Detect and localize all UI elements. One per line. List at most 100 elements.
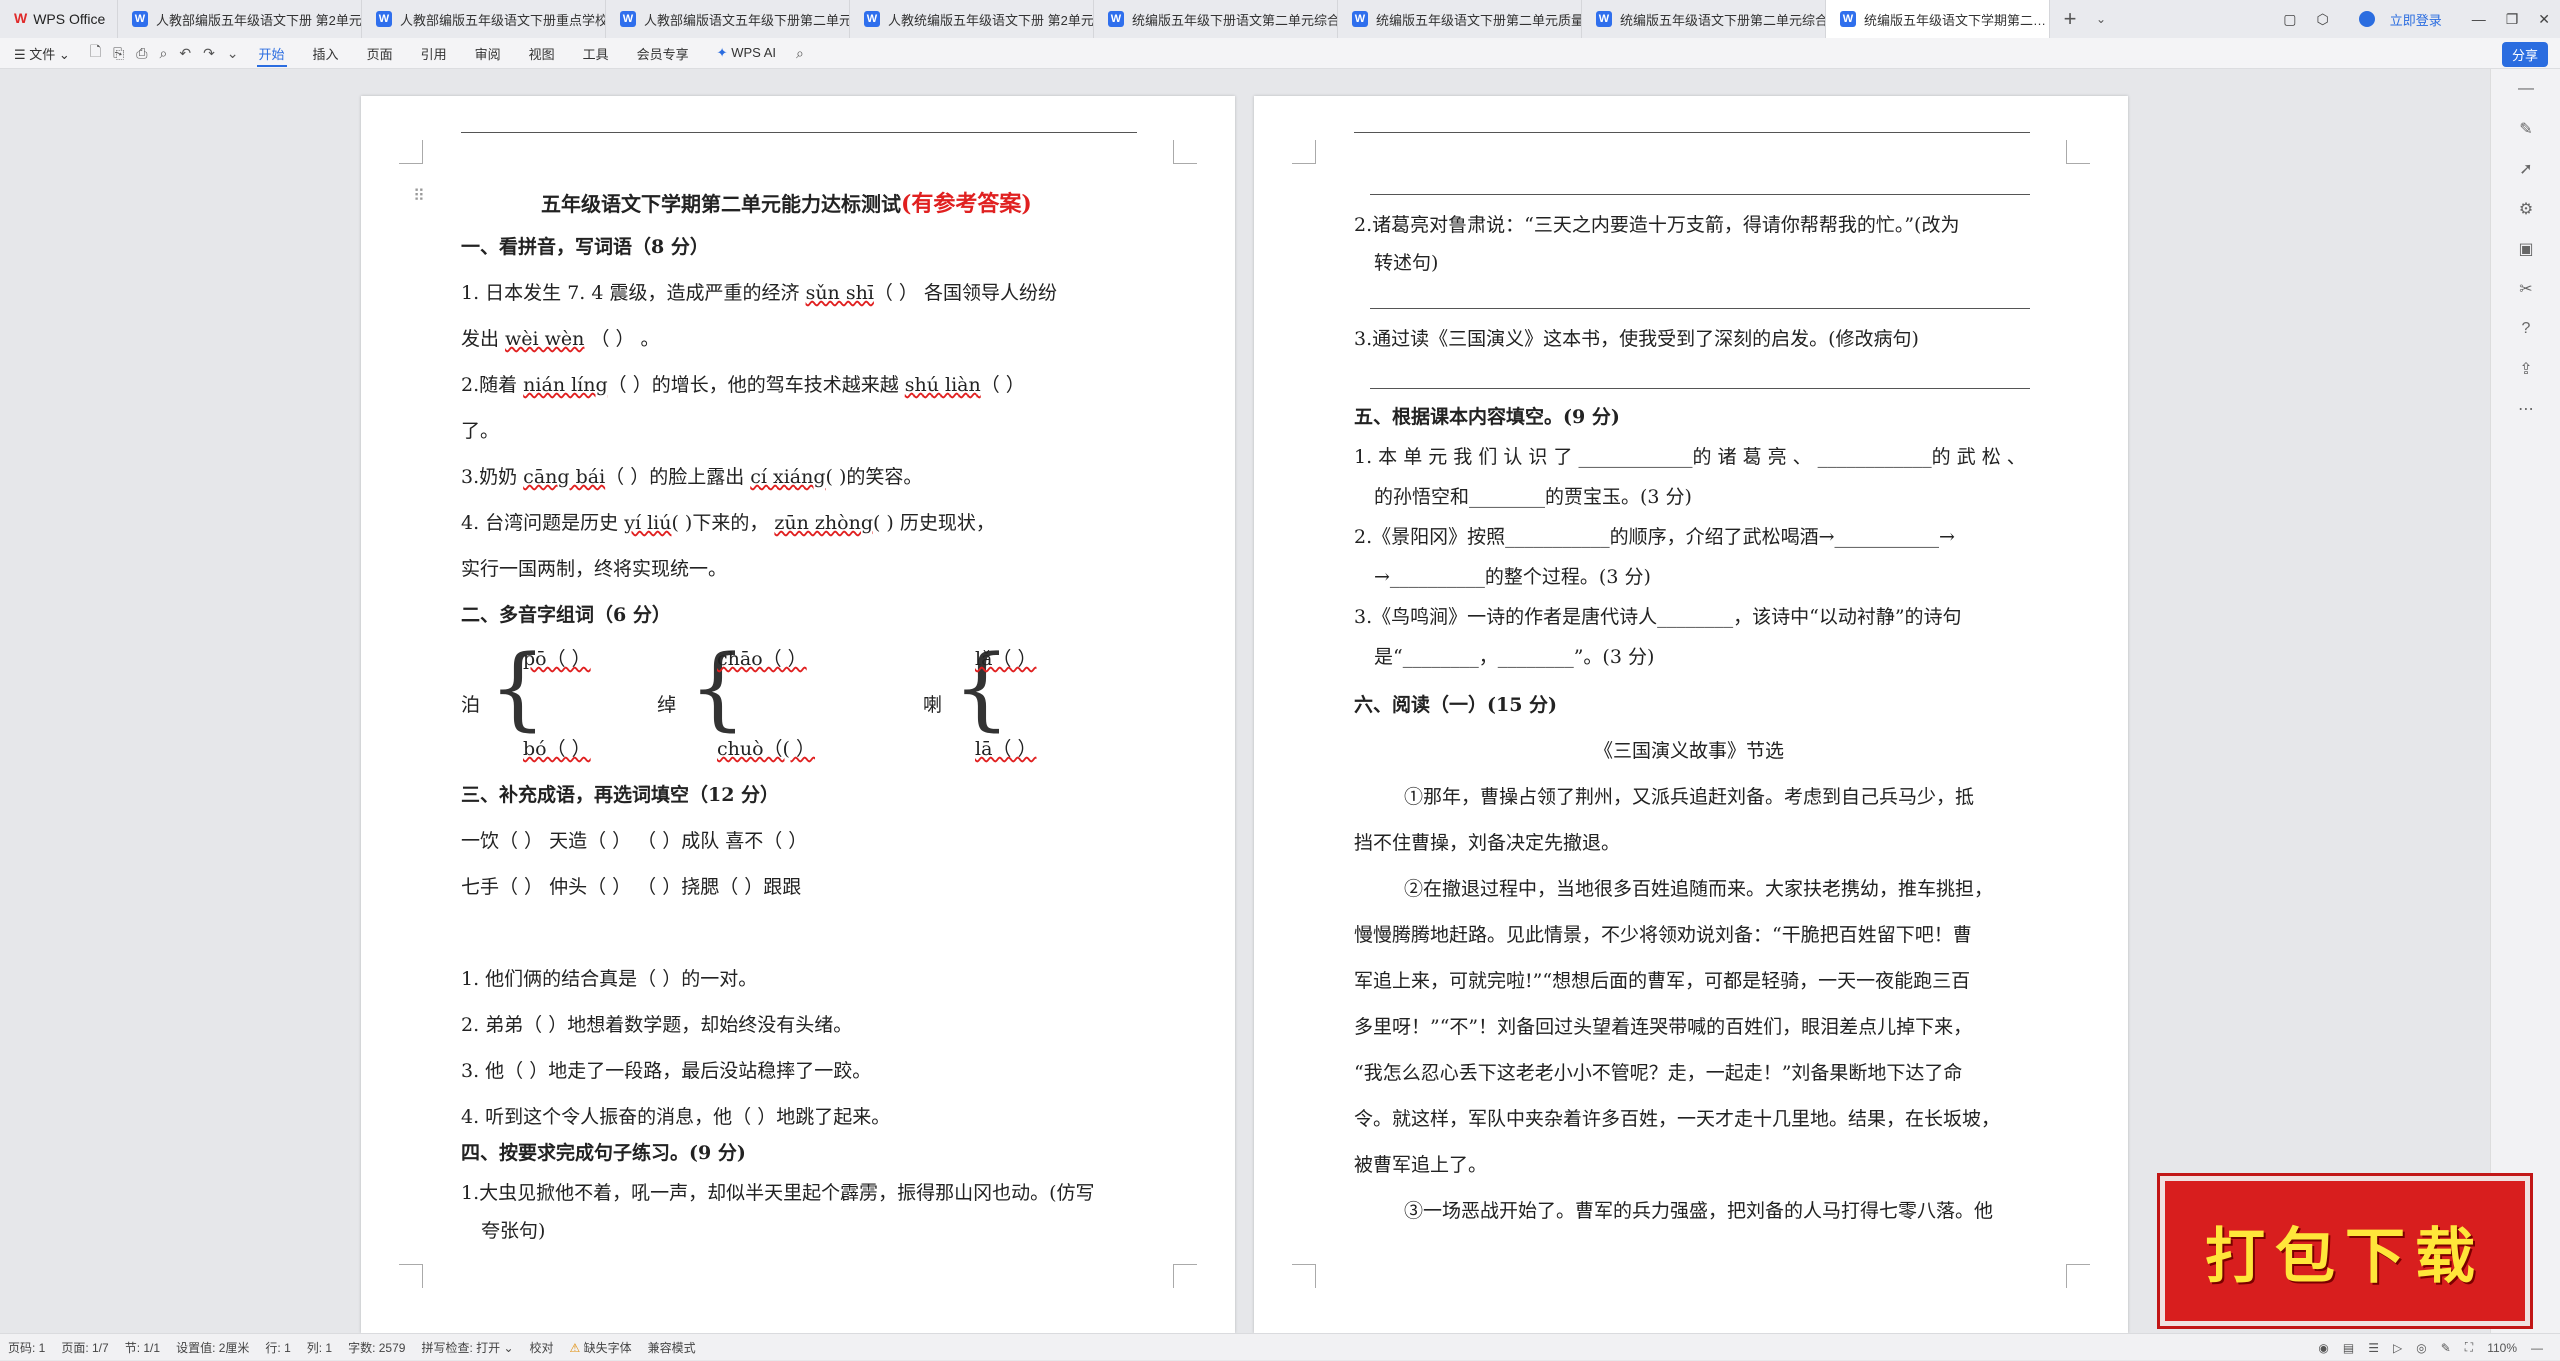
status-section[interactable]: 节: 1/1 [125,1339,160,1356]
status-pages[interactable]: 页面: 1/7 [61,1339,108,1356]
page-corner [2066,1264,2090,1288]
play-icon[interactable]: ▷ [2393,1341,2402,1355]
status-missing-font[interactable]: ⚠ 缺失字体 [570,1339,632,1356]
minimize-icon[interactable]: — [2472,11,2486,27]
chevron-down-icon[interactable]: ⌄ [2090,12,2112,26]
word-doc-icon: W [620,11,636,27]
status-proof[interactable]: 校对 [530,1339,554,1356]
print-icon[interactable]: ⎙ [136,45,147,62]
page-1: ⠿ 五年级语文下学期第二单元能力达标测试(有参考答案) 一、看拼音，写词语（8 … [361,96,1235,1333]
page-view-icon[interactable]: ▤ [2343,1341,2354,1355]
question-line: 3. 他（ ）地走了一段路，最后没站稳摔了一跤。 [461,1060,872,1082]
pinyin: nián líng [523,374,608,396]
paragraph-line: 军追上来，可就完啦!”“想想后面的曹军，可都是轻骑，一天一夜能跑三百 [1354,970,1971,992]
web-view-icon[interactable]: ◎ [2416,1341,2426,1355]
menu-item-reference[interactable]: 引用 [419,40,449,67]
answer-line [1370,194,2030,195]
settings-icon[interactable]: ⚙ [2491,189,2560,229]
pinyin: bó（ ） [523,738,591,760]
collapse-icon[interactable]: — [2491,69,2560,109]
share-side-icon[interactable]: ⇪ [2491,349,2560,389]
fit-icon[interactable]: ⛶ [2465,1340,2473,1355]
pinyin: wèi wèn [505,328,585,350]
tab-doc[interactable]: W 统编版五年级语文下册第二单元质量… [1338,0,1582,38]
download-promo-badge[interactable]: 打包下载 [2160,1176,2530,1326]
text: （ ） [980,374,1025,396]
restore-icon[interactable]: ❐ [2506,11,2519,28]
question-line: 实行一国两制，终将实现统一。 [461,558,728,580]
pinyin: chāo（ ） [717,648,807,670]
preview-icon[interactable]: ⌕ [159,45,167,62]
zoom-level[interactable]: 110% [2487,1341,2517,1355]
tab-label: 统编版五年级语文下册第二单元综合… [1620,12,1826,28]
menu-item-member[interactable]: 会员专享 [635,40,691,67]
tablet-icon[interactable]: ▢ [2283,11,2296,28]
tools-icon[interactable]: ✂ [2491,269,2560,309]
tab-doc[interactable]: W 人教部编版五年级语文下册 第2单元… [118,0,362,38]
status-page[interactable]: 页码: 1 [8,1339,45,1356]
doc-title-text: 五年级语文下学期第二单元能力达标测试 [541,192,901,216]
status-compat[interactable]: 兼容模式 [648,1339,696,1356]
outline-view-icon[interactable]: ☰ [2368,1341,2379,1355]
text: 3.奶奶 [461,466,524,488]
template-icon[interactable]: ▣ [2491,229,2560,269]
new-tab-button[interactable]: + [2050,6,2090,32]
tab-doc[interactable]: W 统编版五年级下册语文第二单元综合… [1094,0,1338,38]
doc-title: 五年级语文下学期第二单元能力达标测试(有参考答案) [541,186,1032,218]
help-icon[interactable]: ? [2491,309,2560,349]
wps-ai-button[interactable]: ✦ WPS AI [715,41,778,65]
share-button[interactable]: 分享 [2501,42,2548,67]
cube-icon[interactable]: ⬡ [2316,11,2328,28]
select-icon[interactable]: ➚ [2491,149,2560,189]
open-icon[interactable]: ⎘ [113,45,124,62]
warning-icon: ⚠ [569,1340,581,1355]
login-button[interactable]: 立即登录 [2349,10,2452,29]
pen-icon[interactable]: ✎ [2441,1341,2451,1355]
undo-icon[interactable]: ↶ [179,45,191,62]
tab-active-doc[interactable]: W统编版五年级语文下学期第二…✕ [1826,0,2050,38]
more-icon[interactable]: ⋯ [2491,389,2560,429]
tab-doc[interactable]: W 人教部编版五年级语文下册重点学校… [362,0,606,38]
polyphone-item: chuò（( ） [717,734,815,761]
paragraph-line: 令。就这样，军队中夹杂着许多百姓，一天才走十几里地。结果，在长坂坡， [1354,1108,2001,1130]
edit-icon[interactable]: ✎ [2491,109,2560,149]
pinyin: lǎ（ ） [975,648,1037,670]
eye-icon[interactable]: ◉ [2318,1341,2328,1355]
paragraph-line: 慢慢腾腾地赶路。见此情景，不少将领劝说刘备：“干脆把百姓留下吧！曹 [1354,924,1972,946]
tab-doc[interactable]: W 统编版五年级语文下册第二单元综合… [1582,0,1826,38]
menu-item-page[interactable]: 页面 [365,40,395,67]
answer-line [1370,388,2030,389]
drag-handle-icon[interactable]: ⠿ [413,186,425,205]
ai-icon: ✦ [716,45,728,60]
chevron-down-icon[interactable]: ⌄ [227,45,239,62]
polyphone-char: 绰 [657,694,677,716]
section-heading: 三、补充成语，再选词填空（12 分） [461,784,780,806]
menu-item-tools[interactable]: 工具 [581,40,611,67]
polyphone-item: lā（ ） [975,734,1036,761]
menu-item-insert[interactable]: 插入 [311,40,341,67]
status-words[interactable]: 字数: 2579 [348,1339,405,1356]
menu-item-view[interactable]: 视图 [527,40,557,67]
text: （ ）的脸上露出 [605,466,751,488]
text: （ ） 。 [584,328,660,350]
question-line: 1. 他们俩的结合真是（ ）的一对。 [461,968,758,990]
page-corner [2066,140,2090,164]
menu-bar: ☰ 文件 ⌄ 🗋 ⎘ ⎙ ⌕ ↶ ↷ ⌄ 开始 插入 页面 引用 审阅 视图 工… [0,38,2560,69]
redo-icon[interactable]: ↷ [203,45,215,62]
close-window-icon[interactable]: ✕ [2538,11,2550,28]
paragraph-line: ②在撤退过程中，当地很多百姓追随而来。大家扶老携幼，推车挑担， [1404,878,1994,900]
tab-wps-home[interactable]: W WPS Office [0,0,118,38]
tab-doc[interactable]: W 人教统编版五年级语文下册 第2单元… [850,0,1094,38]
tab-doc[interactable]: W 人教部编版语文五年级下册第二单元… [606,0,850,38]
zoom-out-icon[interactable]: — [2531,1341,2543,1355]
status-setting[interactable]: 设置值: 2厘米 [176,1339,249,1356]
status-spell[interactable]: 拼写检查: 打开 ⌄ [421,1339,513,1356]
text: ( )下来的， [671,512,775,534]
menu-item-review[interactable]: 审阅 [473,40,503,67]
file-menu[interactable]: ☰ 文件 ⌄ [12,40,72,67]
search-icon[interactable]: ⌕ [796,45,804,62]
menu-item-home[interactable]: 开始 [256,40,287,67]
paragraph-line: 被曹军追上了。 [1354,1154,1488,1176]
new-doc-icon[interactable]: 🗋 [90,41,101,65]
paragraph-line: ③一场恶战开始了。曹军的兵力强盛，把刘备的人马打得七零八落。他 [1404,1200,1994,1222]
